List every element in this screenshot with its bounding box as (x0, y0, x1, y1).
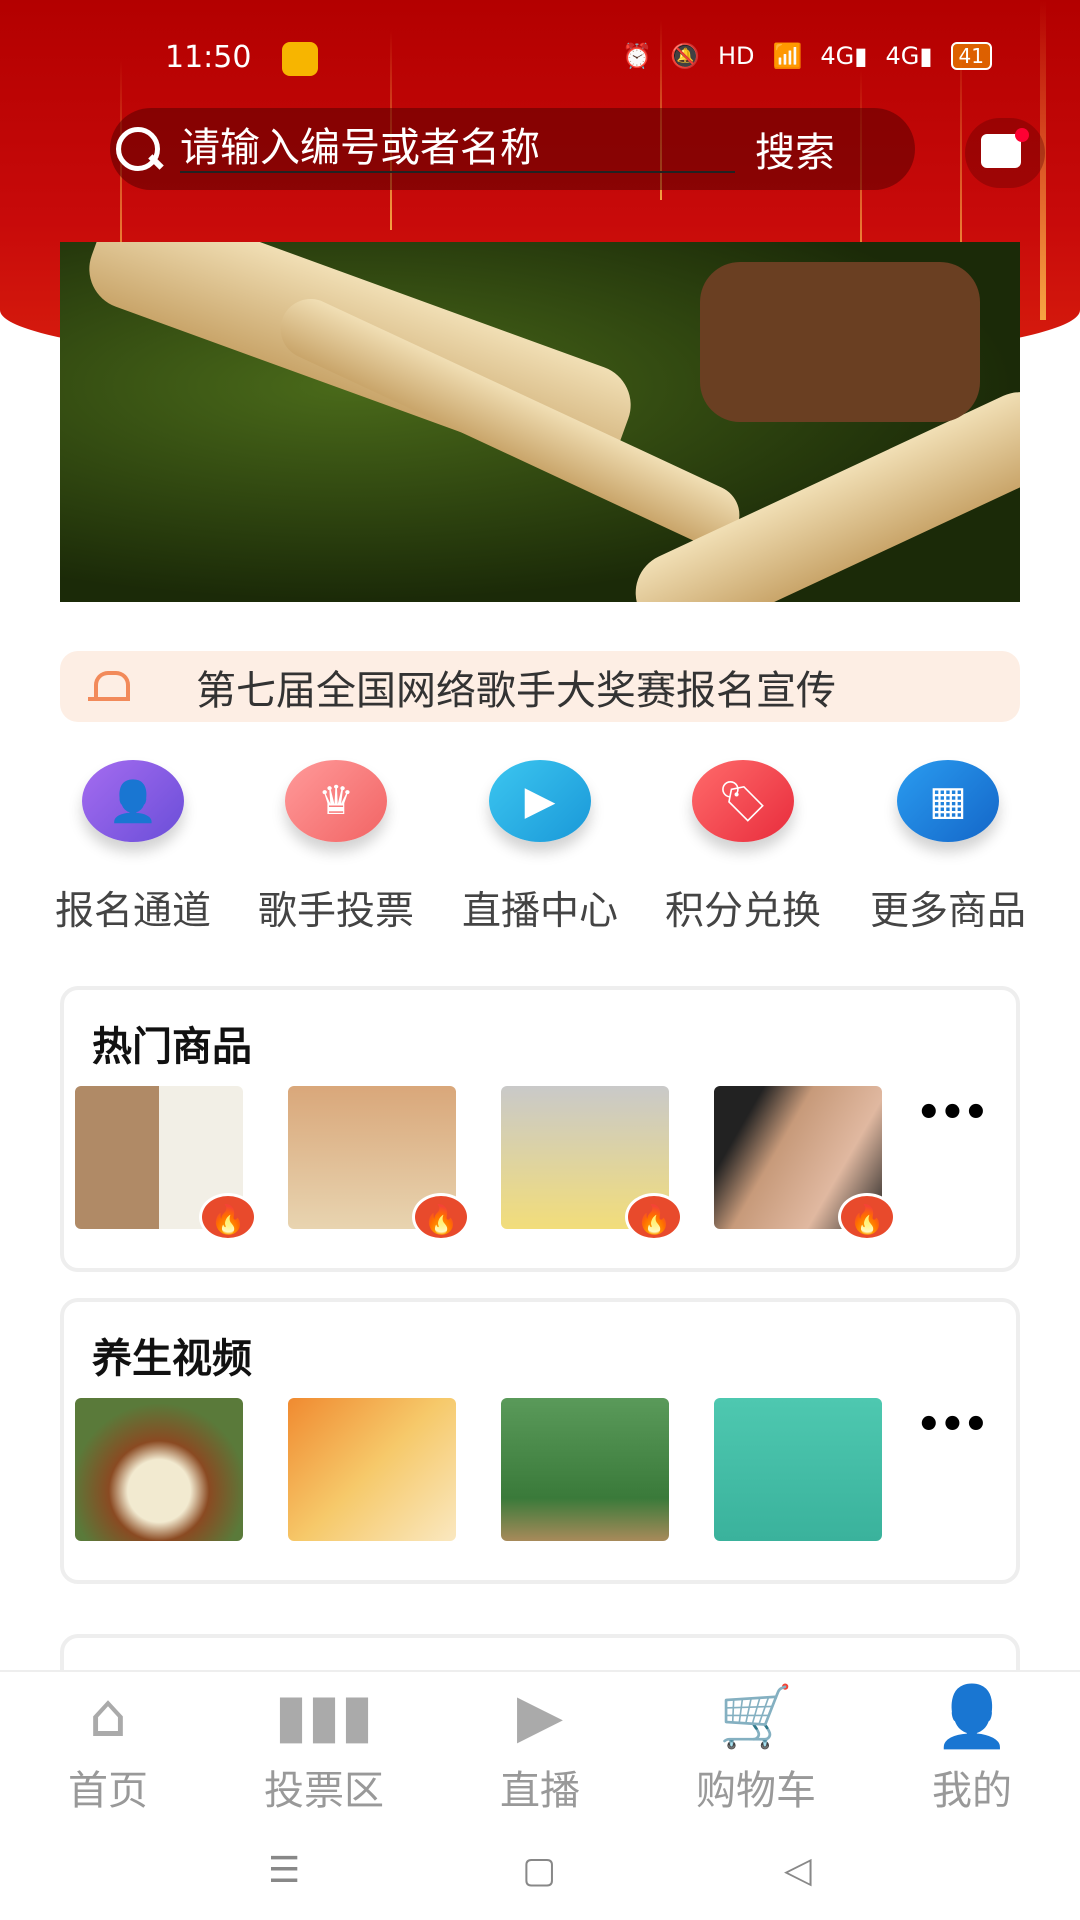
tab-home[interactable]: ⌂ 首页 (18, 1681, 198, 1816)
video-camera-icon: ▶ (489, 760, 591, 842)
status-time: 11:50 (165, 40, 252, 75)
quick-action-more[interactable]: ▦ 更多商品 (848, 760, 1048, 936)
video-thumbnail[interactable] (501, 1398, 669, 1541)
fire-icon: 🔥 (199, 1193, 257, 1241)
message-icon (981, 134, 1021, 168)
search-button[interactable]: 搜索 (755, 120, 835, 178)
tab-live[interactable]: ▶ 直播 (450, 1681, 630, 1816)
search-bar: 搜索 (110, 108, 915, 190)
tab-mine[interactable]: 👤 我的 (882, 1682, 1062, 1816)
battery-icon: 41 (950, 42, 992, 70)
fire-icon: 🔥 (412, 1193, 470, 1241)
notice-text: 第七届全国网络歌手大奖赛报名宣传 (196, 667, 836, 714)
product-thumbnail[interactable]: 🔥 (288, 1086, 470, 1241)
tab-label: 首页 (68, 1768, 148, 1814)
search-icon (110, 119, 170, 179)
section-title: 热门商品 (92, 1024, 252, 1070)
vote-bars-icon: ▮▮▮ (274, 1681, 374, 1751)
quick-action-signup[interactable]: 👤 报名通道 (33, 760, 233, 936)
quick-action-live[interactable]: ▶ 直播中心 (440, 760, 640, 936)
weibo-app-icon (282, 42, 318, 76)
tab-vote[interactable]: ▮▮▮ 投票区 (234, 1681, 414, 1816)
grid-icon: ▦ (897, 760, 999, 842)
bell-icon (88, 667, 130, 707)
product-thumbnail[interactable]: 🔥 (501, 1086, 683, 1241)
tab-cart[interactable]: 🛒 购物车 (666, 1682, 846, 1816)
status-bar: 11:50 ⏰ 🔕 HD 📶 4G▮ 4G▮ 41 (0, 30, 1080, 84)
signal-4g-icon: 4G▮ (820, 42, 868, 70)
health-videos-card: 养生视频 ••• (60, 1298, 1020, 1584)
tab-label: 我的 (932, 1768, 1012, 1814)
system-nav-bar: ☰ ▢ ◁ (0, 1820, 1080, 1920)
banner-image[interactable] (60, 242, 1020, 602)
user-icon: 👤 (934, 1681, 1010, 1752)
tab-label: 购物车 (696, 1768, 816, 1814)
home-icon: ⌂ (88, 1681, 128, 1751)
back-icon[interactable]: ◁ (784, 1850, 812, 1891)
fire-icon: 🔥 (838, 1193, 896, 1241)
video-thumbnail[interactable] (288, 1398, 456, 1541)
more-button[interactable]: ••• (916, 1090, 989, 1136)
video-thumbnail[interactable] (75, 1398, 243, 1541)
tab-label: 直播 (500, 1768, 580, 1814)
product-thumbnail[interactable]: 🔥 (75, 1086, 257, 1241)
mute-icon: 🔕 (670, 42, 700, 70)
quick-action-label: 更多商品 (869, 889, 1026, 934)
crown-icon: ♛ (285, 760, 387, 842)
quick-action-vote[interactable]: ♛ 歌手投票 (236, 760, 436, 936)
wifi-icon: 📶 (772, 42, 803, 70)
quick-action-label: 直播中心 (461, 889, 618, 934)
video-icon: ▶ (516, 1681, 564, 1751)
notice-bar[interactable]: 第七届全国网络歌手大奖赛报名宣传 (60, 651, 1020, 722)
home-square-icon[interactable]: ▢ (522, 1850, 556, 1891)
video-thumbnail[interactable] (714, 1398, 882, 1541)
section-title: 养生视频 (92, 1336, 252, 1382)
search-input[interactable] (180, 125, 735, 173)
tab-label: 投票区 (264, 1768, 384, 1814)
quick-action-label: 报名通道 (54, 889, 211, 934)
tag-icon: 🏷 (692, 760, 794, 842)
user-add-icon: 👤 (82, 760, 184, 842)
quick-action-label: 积分兑换 (664, 889, 821, 934)
more-button[interactable]: ••• (916, 1402, 989, 1448)
signal-4g-icon: 4G▮ (885, 42, 933, 70)
menu-icon[interactable]: ☰ (268, 1850, 300, 1891)
hot-products-card: 热门商品 🔥 🔥 🔥 🔥 ••• (60, 986, 1020, 1272)
cart-icon: 🛒 (718, 1681, 794, 1752)
message-button[interactable] (965, 118, 1045, 188)
quick-action-label: 歌手投票 (257, 889, 414, 934)
unread-dot (1015, 128, 1029, 142)
bottom-tab-bar: ⌂ 首页 ▮▮▮ 投票区 ▶ 直播 🛒 购物车 👤 我的 (0, 1670, 1080, 1814)
product-thumbnail[interactable]: 🔥 (714, 1086, 896, 1241)
fire-icon: 🔥 (625, 1193, 683, 1241)
quick-action-points[interactable]: 🏷 积分兑换 (643, 760, 843, 936)
hd-icon: HD (717, 42, 755, 70)
alarm-icon: ⏰ (622, 42, 653, 70)
